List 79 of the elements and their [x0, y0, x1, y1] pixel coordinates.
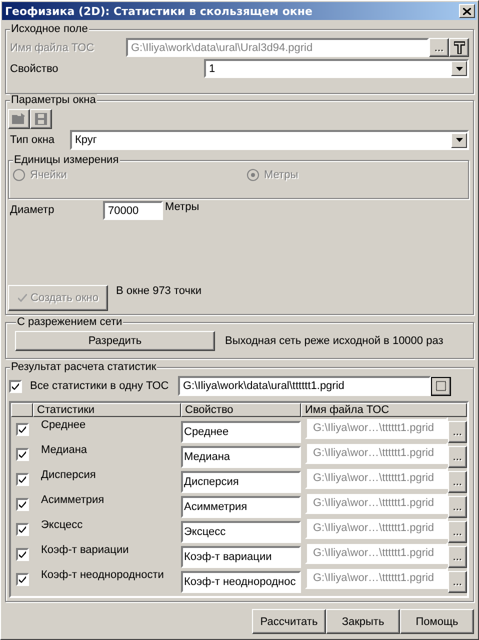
group-label: Единицы измерения [13, 154, 120, 166]
property-field[interactable]: Медиана [181, 446, 301, 468]
field-label: Свойство [10, 62, 60, 74]
checkbox[interactable] [16, 523, 28, 536]
property-field[interactable]: Среднее [181, 420, 301, 442]
window-type-dropdown[interactable]: Круг [70, 130, 469, 150]
browse-button[interactable]: ... [448, 420, 467, 442]
property-field[interactable]: Асимметрия [181, 496, 301, 518]
folder-icon [12, 113, 26, 125]
browse-button[interactable]: ... [448, 520, 467, 542]
dropdown-arrow-icon [456, 138, 462, 142]
column-header [11, 403, 33, 417]
info-text: В окне 973 точки [116, 285, 202, 297]
radio-label: Ячейки [30, 169, 67, 181]
field-label: Диаметр [9, 203, 56, 216]
checkmark-icon [18, 526, 26, 533]
unit-label: Метры [165, 201, 200, 213]
thin-button[interactable]: Разредить [15, 331, 215, 351]
checkbox[interactable] [16, 473, 28, 486]
checkbox[interactable] [9, 380, 22, 392]
checkmark-icon [18, 451, 26, 458]
window-title: Геофизика (2D): Статистики в скользящем окне [5, 4, 312, 18]
checkbox-label: Все статистики в одну ТОС [30, 380, 170, 392]
column-header[interactable]: Статистики [33, 403, 181, 417]
group-label: Исходное поле [10, 23, 89, 35]
open-button[interactable] [8, 109, 30, 129]
close-icon [463, 8, 471, 14]
browse-button[interactable]: ... [448, 470, 467, 492]
browse-button[interactable] [431, 376, 451, 396]
group-label: С разрежением сети [16, 316, 124, 328]
property-field[interactable]: Эксцесс [181, 520, 301, 542]
dialog-button[interactable]: Рассчитать [252, 609, 326, 634]
column-header[interactable]: Имя файла ТОС [301, 403, 467, 417]
close-button[interactable] [459, 4, 475, 18]
property-field[interactable]: Коэф-т неоднороднос [181, 570, 301, 592]
output-file-field[interactable]: G:\Iliya\work\data\ural\tttttt1.pgrid [178, 376, 431, 396]
checkmark-icon [18, 576, 26, 583]
browse-button[interactable]: ... [448, 546, 467, 568]
group-label: Результат расчета статистик [10, 361, 158, 373]
checkmark-icon [18, 294, 26, 302]
table-cell-text: Асимметрия [40, 493, 106, 506]
table-cell-text: Коэф-т вариации [40, 543, 130, 556]
column-header[interactable]: Свойство [181, 403, 301, 417]
table-cell-text: Медиана [40, 443, 88, 456]
checkbox[interactable] [16, 448, 28, 461]
floppy-disk-icon [35, 113, 47, 125]
browse-button[interactable]: ... [448, 496, 467, 518]
checkmark-icon [18, 426, 26, 433]
dialog-button[interactable]: Помощь [400, 609, 474, 634]
browse-button[interactable]: ... [429, 38, 449, 57]
checkbox[interactable] [16, 498, 28, 511]
save-button[interactable] [30, 109, 52, 129]
property-dropdown[interactable]: 1 [204, 59, 469, 78]
pin-button[interactable] [449, 38, 469, 57]
checkbox[interactable] [16, 573, 28, 586]
dropdown-arrow-icon [456, 66, 462, 70]
table-cell-text: Эксцесс [40, 518, 84, 531]
hammer-icon [454, 41, 464, 54]
browse-button[interactable]: ... [448, 570, 467, 592]
property-field[interactable]: Коэф-т вариации [181, 546, 301, 568]
browse-button[interactable]: ... [448, 446, 467, 468]
info-text: Выходная сеть реже исходной в 10000 раз [225, 335, 444, 347]
checkmark-icon [18, 476, 26, 483]
group-label: Параметры окна [10, 94, 97, 106]
property-field[interactable]: Дисперсия [181, 470, 301, 492]
checkmark-icon [18, 551, 26, 558]
field-label: Тип окна [9, 134, 56, 146]
dotted-box-icon [436, 381, 446, 391]
radio-label: Метры [264, 169, 298, 181]
field-label: Имя файла ТОС [10, 42, 96, 54]
checkbox[interactable] [16, 423, 28, 436]
table-cell-text: Коэф-т неоднородности [40, 568, 165, 581]
checkmark-icon [12, 382, 19, 390]
table-cell-text: Дисперсия [40, 468, 97, 481]
table-cell-text: Среднее [40, 418, 87, 431]
checkmark-icon [18, 501, 26, 508]
checkbox[interactable] [16, 548, 28, 561]
dialog-button[interactable]: Закрыть [326, 609, 400, 634]
diameter-field[interactable]: 70000 [103, 201, 163, 220]
